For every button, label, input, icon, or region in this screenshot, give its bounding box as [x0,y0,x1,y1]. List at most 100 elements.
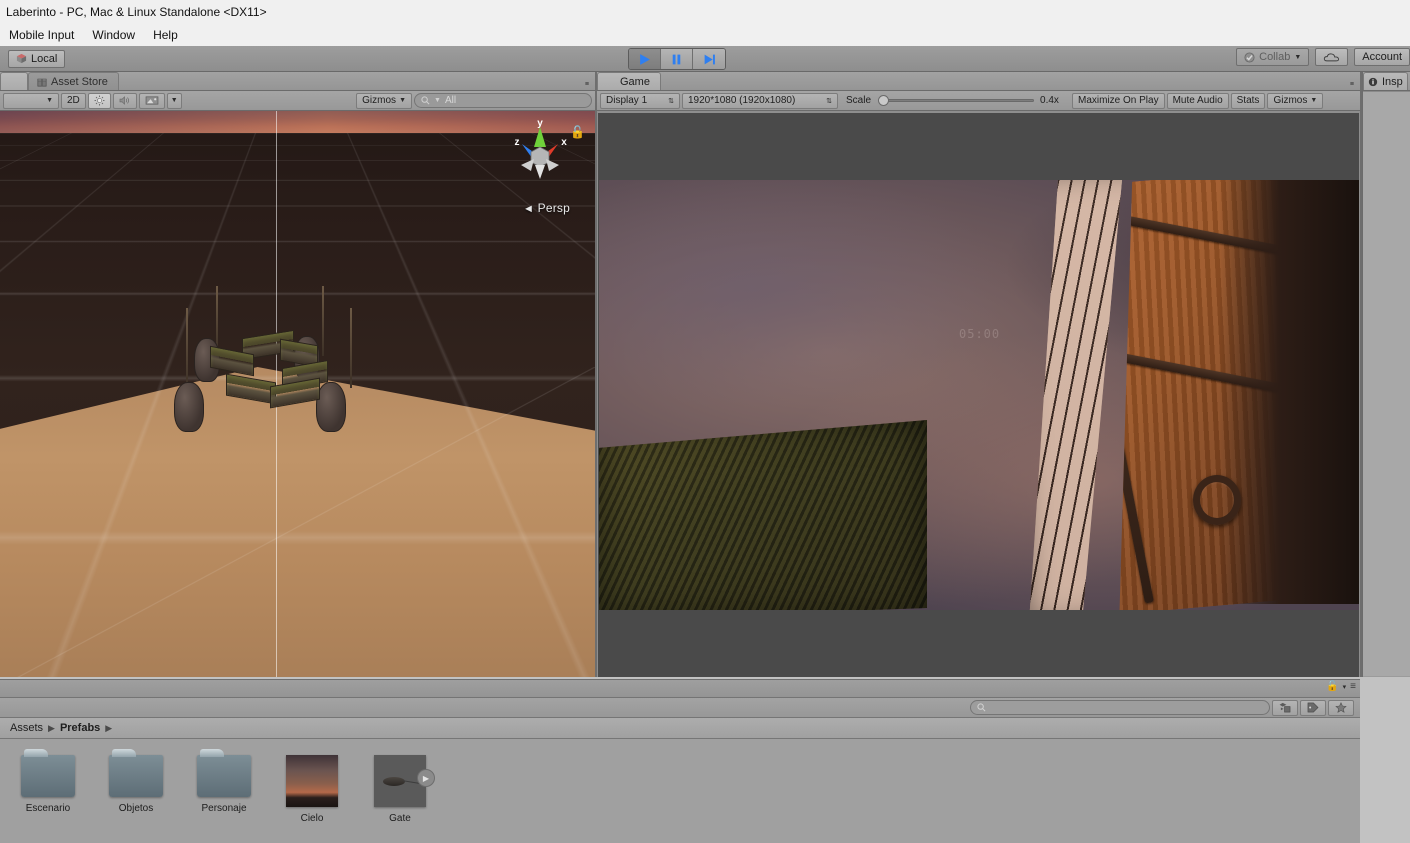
asset-store-icon [37,78,47,86]
account-button[interactable]: Account [1354,48,1410,66]
breadcrumb-separator: ▶ [105,722,113,733]
scene-gizmos-label: Gizmos [362,95,397,106]
mute-label: Mute Audio [1172,95,1223,106]
pivot-rotation-button[interactable]: Local [8,49,66,68]
scale-value-text: 0.4x [1040,95,1059,106]
folder-icon [21,749,75,797]
game-resolution-label: 1920*1080 (1920x1080) [688,95,796,106]
info-icon [1368,77,1378,86]
scene-lighting-toggle[interactable] [87,92,111,109]
scale-text: Scale [846,95,872,106]
asset-label: Personaje [201,803,247,814]
game-panel-menu-icon[interactable]: ≡ [1350,81,1354,88]
cloud-button[interactable] [1315,48,1349,66]
scene-projection-label[interactable]: ◄ Persp [523,201,570,215]
scene-panel-menu-icon[interactable]: ≡ [585,81,589,88]
menu-item-mobile-input[interactable]: Mobile Input [0,24,83,46]
project-menu-icon[interactable]: ≡ [1350,681,1356,692]
game-resolution-dropdown[interactable]: 1920*1080 (1920x1080) ⇅ [682,92,838,109]
game-door-ring-handle [1193,475,1241,525]
project-filter-label-button[interactable] [1300,699,1326,716]
breadcrumb-item-assets[interactable]: Assets [10,722,43,734]
menu-bar: Mobile Input Window Help [0,24,1410,46]
pause-button[interactable] [661,49,693,69]
maze-wall [226,373,276,405]
game-inspector-splitter[interactable] [1360,72,1362,677]
stats-label: Stats [1236,95,1260,106]
scene-lock-icon[interactable]: 🔓 [570,125,585,139]
game-tab-label: Game [620,75,650,88]
project-browser-panel: 🔓 ▾ ≡ Assets ▶ Prefabs ▶ Escenario Objet… [0,679,1360,843]
asset-store-tab-label: Asset Store [51,75,108,88]
menu-item-help[interactable]: Help [144,24,187,46]
game-mute-audio-toggle[interactable]: Mute Audio [1166,92,1229,109]
game-gizmos-dropdown[interactable]: Gizmos ▼ [1267,92,1324,109]
window-title: Laberinto - PC, Mac & Linux Standalone <… [6,5,267,19]
prefab-mesh-preview [383,777,405,786]
scene-game-splitter[interactable] [595,72,597,677]
tab-game[interactable]: Game [597,72,661,90]
tab-inspector[interactable]: Insp [1363,72,1408,90]
game-view-panel: Game ≡ Display 1 ⇅ 1920*1080 (1920x1080)… [597,72,1360,677]
folder-icon [109,749,163,797]
game-scale-slider[interactable] [878,94,1035,108]
maximize-label: Maximize On Play [1078,95,1159,106]
scene-gizmos-dropdown[interactable]: Gizmos ▼ [356,92,412,109]
chevron-down-icon: ▼ [434,97,441,104]
scene-search-input[interactable]: ▼ All [414,93,592,108]
scene-tab-partial[interactable] [0,72,28,90]
step-button[interactable] [693,49,725,69]
scene-orientation-gizmo[interactable]: y z x [505,117,575,197]
game-maximize-on-play-toggle[interactable]: Maximize On Play [1072,92,1165,109]
scene-2d-toggle[interactable]: 2D [61,92,86,109]
scene-draw-mode-dropdown[interactable]: ▼ [3,92,59,109]
prefab-play-badge[interactable]: ▶ [417,769,435,787]
scene-audio-toggle[interactable] [112,92,137,109]
chevron-down-icon[interactable]: ▾ [1343,683,1347,691]
search-icon [421,96,430,105]
asset-item-cielo[interactable]: Cielo [282,755,342,843]
project-tab-icons: 🔓 ▾ ≡ [1326,681,1356,692]
tag-icon [1307,702,1319,713]
project-filter-type-button[interactable] [1272,699,1298,716]
asset-item-gate[interactable]: ▶ Gate [370,755,435,843]
tab-asset-store[interactable]: Asset Store [28,72,119,90]
menu-item-window[interactable]: Window [83,24,144,46]
gizmo-axis-y-label: y [537,118,543,129]
play-button[interactable] [629,49,661,69]
project-search-row [0,698,1360,718]
star-icon [1335,702,1347,713]
game-scale-label: Scale [840,93,876,109]
breadcrumb-item-prefabs[interactable]: Prefabs [60,722,100,734]
project-tab-row: 🔓 ▾ ≡ [0,680,1360,698]
game-scale-slider-handle[interactable] [878,95,890,106]
asset-item-personaje[interactable]: Personaje [194,749,254,843]
game-tab-row: Game ≡ [597,72,1360,91]
asset-label: Objetos [118,803,154,814]
scene-maze-object[interactable] [170,286,352,446]
game-stats-toggle[interactable]: Stats [1230,92,1266,109]
collab-button[interactable]: Collab ▼ [1236,48,1310,66]
project-filter-favorite-button[interactable] [1328,699,1354,716]
scene-effects-dropdown[interactable]: ▼ [166,92,182,109]
inspector-tab-label: Insp [1382,75,1403,88]
scene-effects-toggle[interactable] [138,92,165,109]
game-display-dropdown[interactable]: Display 1 ⇅ [600,92,680,109]
game-viewport[interactable]: 05:00 [598,113,1359,677]
cube-icon [16,53,27,64]
asset-item-objetos[interactable]: Objetos [106,749,166,843]
asset-label: Gate [389,813,411,824]
skybox-thumbnail [286,755,338,807]
project-lock-icon[interactable]: 🔓 [1326,681,1338,692]
collab-label: Collab [1259,51,1291,63]
maze-pole [186,308,188,390]
maze-pole [322,286,324,356]
game-door-shadow [1219,180,1359,604]
breadcrumb: Assets ▶ Prefabs ▶ [0,718,1360,739]
chevron-down-icon: ▼ [170,97,178,104]
project-search-input[interactable] [970,700,1270,715]
asset-item-escenario[interactable]: Escenario [18,749,78,843]
chevron-down-icon: ▼ [46,97,53,104]
scene-viewport[interactable]: y z x 🔓 ◄ Persp [0,111,595,677]
maze-arch [174,382,204,432]
